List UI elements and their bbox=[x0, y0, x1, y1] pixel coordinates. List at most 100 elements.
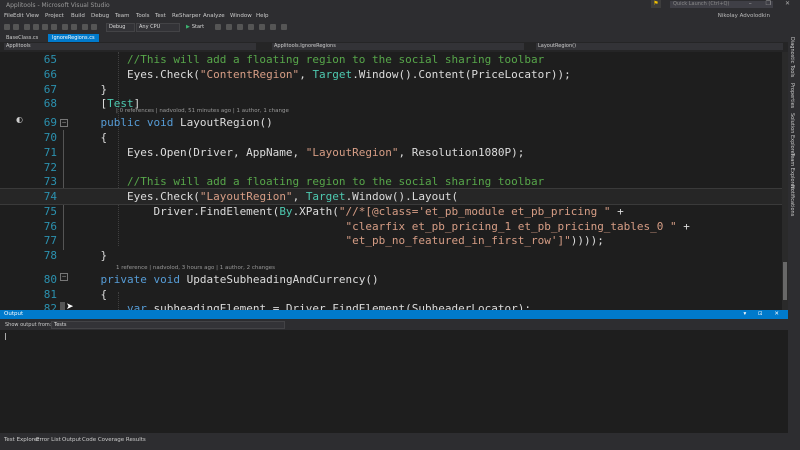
tab-ignoreregions[interactable]: IgnoreRegions.cs bbox=[48, 34, 99, 42]
user-account[interactable]: Nikolay Advolodkin bbox=[718, 13, 770, 19]
line-number: 81 bbox=[43, 288, 57, 301]
redo-icon[interactable] bbox=[71, 24, 77, 30]
tab-error-list[interactable]: Error List bbox=[36, 437, 61, 443]
menu-edit[interactable]: Edit bbox=[13, 13, 24, 19]
code-text: { bbox=[74, 288, 108, 301]
code-line-72: 72 bbox=[0, 160, 782, 175]
code-text: Eyes.Check("ContentRegion", Target.Windo… bbox=[74, 68, 571, 81]
code-line-80: 80 private void UpdateSubheadingAndCurre… bbox=[0, 272, 782, 287]
output-text-area[interactable] bbox=[0, 330, 788, 433]
line-number: 72 bbox=[43, 161, 57, 174]
platform-dropdown[interactable]: Any CPU bbox=[136, 23, 180, 32]
configuration-dropdown[interactable]: Debug bbox=[106, 23, 135, 32]
line-number: 69 bbox=[43, 116, 57, 129]
save-icon[interactable] bbox=[42, 24, 48, 30]
tab-code-coverage[interactable]: Code Coverage Results bbox=[82, 437, 146, 443]
code-line-71: 71 Eyes.Open(Driver, AppName, "LayoutReg… bbox=[0, 145, 782, 160]
toolbar: Debug Any CPU ▶ Start bbox=[0, 21, 800, 33]
tab-team-explorer[interactable]: Team Explorer bbox=[789, 153, 795, 189]
code-text: Eyes.Open(Driver, AppName, "LayoutRegion… bbox=[74, 146, 525, 159]
title-bar: Applitools - Microsoft Visual Studio ⚑ Q… bbox=[0, 0, 800, 11]
code-text: //This will add a floating region to the… bbox=[126, 175, 545, 188]
undo-icon[interactable] bbox=[62, 24, 68, 30]
menu-analyze[interactable]: Analyze bbox=[203, 13, 225, 19]
code-text: Driver.FindElement(By.XPath("//*[@class=… bbox=[74, 205, 624, 218]
back-icon[interactable] bbox=[4, 24, 10, 30]
line-number: 78 bbox=[43, 249, 57, 262]
show-output-label: Show output from: bbox=[5, 322, 52, 328]
line-number: 67 bbox=[43, 83, 57, 96]
toolbar-icon-7[interactable] bbox=[281, 24, 287, 30]
line-number: 71 bbox=[43, 146, 57, 159]
tab-diagnostic-tools[interactable]: Diagnostic Tools bbox=[789, 37, 795, 77]
line-number: 74 bbox=[43, 190, 57, 203]
save-all-icon[interactable] bbox=[51, 24, 57, 30]
menu-test[interactable]: Test bbox=[155, 13, 166, 19]
tab-properties[interactable]: Properties bbox=[789, 83, 795, 108]
mouse-cursor-icon: ➤ bbox=[66, 302, 74, 310]
window-title: Applitools - Microsoft Visual Studio bbox=[6, 2, 110, 9]
code-line-70: 70 { bbox=[0, 130, 782, 145]
menu-debug[interactable]: Debug bbox=[91, 13, 109, 19]
code-line-78: 78 } bbox=[0, 248, 782, 263]
menu-help[interactable]: Help bbox=[256, 13, 269, 19]
open-icon[interactable] bbox=[33, 24, 39, 30]
project-dropdown[interactable]: Applitools bbox=[4, 43, 256, 50]
line-number: 70 bbox=[43, 131, 57, 144]
tab-test-explorer[interactable]: Test Explorer bbox=[4, 437, 39, 443]
code-line-65: 65 //This will add a floating region to … bbox=[0, 52, 782, 67]
toolbar-icon-6[interactable] bbox=[270, 24, 276, 30]
right-tool-panel: Diagnostic Tools Properties Solution Exp… bbox=[788, 33, 800, 433]
toolbar-icon-4[interactable] bbox=[248, 24, 254, 30]
toolbar-icon-2[interactable] bbox=[226, 24, 232, 30]
member-dropdown[interactable]: LayoutRegion() bbox=[536, 43, 783, 50]
line-number: 66 bbox=[43, 68, 57, 81]
window-controls[interactable]: – ❐ ✕ bbox=[749, 0, 796, 7]
code-text: //This will add a floating region to the… bbox=[126, 53, 545, 66]
bottom-tab-bar: Test Explorer Error List Output Code Cov… bbox=[0, 433, 800, 450]
toolbar-icon-5[interactable] bbox=[259, 24, 265, 30]
code-line-66: 66 Eyes.Check("ContentRegion", Target.Wi… bbox=[0, 67, 782, 82]
toolbar-icon-1[interactable] bbox=[215, 24, 221, 30]
play-icon: ▶ bbox=[186, 24, 190, 30]
start-button[interactable]: ▶ Start bbox=[186, 23, 204, 31]
toolbar-icon-3[interactable] bbox=[237, 24, 243, 30]
menu-view[interactable]: View bbox=[26, 13, 39, 19]
code-line-75: 75 Driver.FindElement(By.XPath("//*[@cla… bbox=[0, 204, 782, 219]
new-project-icon[interactable] bbox=[24, 24, 30, 30]
line-number: 76 bbox=[43, 220, 57, 233]
tab-notifications[interactable]: Notifications bbox=[789, 185, 795, 216]
menu-project[interactable]: Project bbox=[45, 13, 64, 19]
flag-icon[interactable]: ⚑ bbox=[651, 0, 661, 8]
class-dropdown[interactable]: Applitools.IgnoreRegions bbox=[272, 43, 524, 50]
document-tab-bar: BaseClass.cs IgnoreRegions.cs bbox=[0, 33, 788, 42]
output-source-dropdown[interactable]: Tests bbox=[51, 321, 285, 329]
output-window-controls[interactable]: ▾ ⊡ ✕ bbox=[744, 310, 784, 319]
code-line-76: 76 "clearfix et_pb_pricing_1 et_pb_prici… bbox=[0, 219, 782, 234]
forward-icon[interactable] bbox=[13, 24, 19, 30]
menu-file[interactable]: File bbox=[4, 13, 13, 19]
tab-solution-explorer[interactable]: Solution Explorer bbox=[789, 113, 795, 156]
menu-resharper[interactable]: ReSharper bbox=[172, 13, 201, 19]
code-line-69: 69 public void LayoutRegion() bbox=[0, 115, 782, 130]
text-cursor bbox=[5, 333, 6, 340]
menu-team[interactable]: Team bbox=[115, 13, 130, 19]
menu-window[interactable]: Window bbox=[230, 13, 252, 19]
line-number: 80 bbox=[43, 273, 57, 286]
output-title: Output bbox=[4, 311, 24, 317]
code-editor[interactable]: − − ◐ 65 //This will add a floating regi… bbox=[0, 52, 782, 310]
output-panel: Output ▾ ⊡ ✕ Show output from: Tests bbox=[0, 310, 788, 433]
line-number: 65 bbox=[43, 53, 57, 66]
code-text: Eyes.Check("LayoutRegion", Target.Window… bbox=[74, 190, 459, 203]
step-icon[interactable] bbox=[82, 24, 88, 30]
breakpoint-icon[interactable] bbox=[91, 24, 97, 30]
tab-output[interactable]: Output bbox=[62, 437, 81, 443]
code-text: var subheadingElement = Driver.FindEleme… bbox=[126, 302, 531, 310]
code-text: } bbox=[74, 249, 108, 262]
scrollbar-thumb[interactable] bbox=[783, 262, 787, 300]
tab-baseclass[interactable]: BaseClass.cs bbox=[2, 34, 42, 42]
code-text: "et_pb_no_featured_in_first_row']")))); bbox=[345, 234, 604, 247]
menu-build[interactable]: Build bbox=[71, 13, 85, 19]
code-line-77: 77 "et_pb_no_featured_in_first_row']")))… bbox=[0, 233, 782, 248]
menu-tools[interactable]: Tools bbox=[136, 13, 150, 19]
